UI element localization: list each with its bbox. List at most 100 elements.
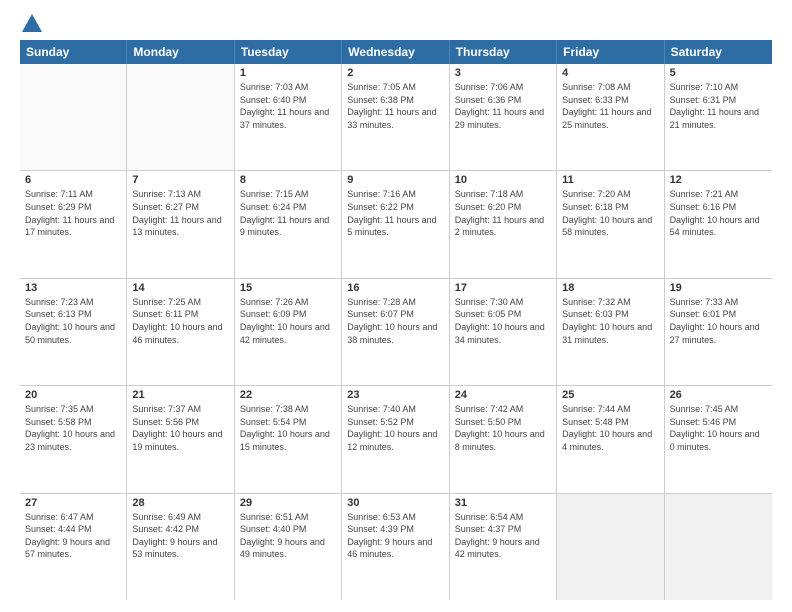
day-number: 2 — [347, 67, 443, 79]
day-info: Sunrise: 7:38 AM Sunset: 5:54 PM Dayligh… — [240, 403, 336, 453]
calendar-row: 6 Sunrise: 7:11 AM Sunset: 6:29 PM Daylig… — [20, 171, 772, 278]
calendar-cell: 19 Sunrise: 7:33 AM Sunset: 6:01 PM Dayli… — [665, 279, 772, 385]
day-info: Sunrise: 7:30 AM Sunset: 6:05 PM Dayligh… — [455, 296, 551, 346]
day-info: Sunrise: 7:08 AM Sunset: 6:33 PM Dayligh… — [562, 81, 658, 131]
calendar-cell: 16 Sunrise: 7:28 AM Sunset: 6:07 PM Dayli… — [342, 279, 449, 385]
calendar-cell: 25 Sunrise: 7:44 AM Sunset: 5:48 PM Dayli… — [557, 386, 664, 492]
calendar-cell: 1Sunrise: 7:03 AM Sunset: 6:40 PM Daylig… — [235, 64, 342, 170]
day-number: 28 — [132, 497, 228, 509]
calendar-cell: 7 Sunrise: 7:13 AM Sunset: 6:27 PM Daylig… — [127, 171, 234, 277]
calendar-row: 1Sunrise: 7:03 AM Sunset: 6:40 PM Daylig… — [20, 64, 772, 171]
calendar-cell: 6 Sunrise: 7:11 AM Sunset: 6:29 PM Daylig… — [20, 171, 127, 277]
day-info: Sunrise: 7:10 AM Sunset: 6:31 PM Dayligh… — [670, 81, 767, 131]
day-info: Sunrise: 7:18 AM Sunset: 6:20 PM Dayligh… — [455, 188, 551, 238]
day-number: 10 — [455, 174, 551, 186]
day-number: 3 — [455, 67, 551, 79]
calendar-cell: 30 Sunrise: 6:53 AM Sunset: 4:39 PM Dayli… — [342, 494, 449, 600]
day-number: 24 — [455, 389, 551, 401]
day-info: Sunrise: 6:49 AM Sunset: 4:42 PM Dayligh… — [132, 511, 228, 561]
calendar-cell — [665, 494, 772, 600]
day-info: Sunrise: 7:35 AM Sunset: 5:58 PM Dayligh… — [25, 403, 121, 453]
day-info: Sunrise: 7:16 AM Sunset: 6:22 PM Dayligh… — [347, 188, 443, 238]
day-number: 8 — [240, 174, 336, 186]
day-info: Sunrise: 7:33 AM Sunset: 6:01 PM Dayligh… — [670, 296, 767, 346]
calendar-cell: 11Sunrise: 7:20 AM Sunset: 6:18 PM Dayli… — [557, 171, 664, 277]
day-number: 12 — [670, 174, 767, 186]
day-number: 29 — [240, 497, 336, 509]
day-info: Sunrise: 6:47 AM Sunset: 4:44 PM Dayligh… — [25, 511, 121, 561]
calendar-cell: 8 Sunrise: 7:15 AM Sunset: 6:24 PM Daylig… — [235, 171, 342, 277]
calendar-cell: 18 Sunrise: 7:32 AM Sunset: 6:03 PM Dayli… — [557, 279, 664, 385]
calendar-cell — [557, 494, 664, 600]
day-number: 25 — [562, 389, 658, 401]
day-info: Sunrise: 7:20 AM Sunset: 6:18 PM Dayligh… — [562, 188, 658, 238]
day-info: Sunrise: 7:11 AM Sunset: 6:29 PM Dayligh… — [25, 188, 121, 238]
day-number: 13 — [25, 282, 121, 294]
day-number: 14 — [132, 282, 228, 294]
day-number: 17 — [455, 282, 551, 294]
calendar-row: 27 Sunrise: 6:47 AM Sunset: 4:44 PM Dayli… — [20, 494, 772, 600]
day-info: Sunrise: 7:26 AM Sunset: 6:09 PM Dayligh… — [240, 296, 336, 346]
day-info: Sunrise: 7:13 AM Sunset: 6:27 PM Dayligh… — [132, 188, 228, 238]
calendar-cell: 13 Sunrise: 7:23 AM Sunset: 6:13 PM Dayli… — [20, 279, 127, 385]
day-info: Sunrise: 7:37 AM Sunset: 5:56 PM Dayligh… — [132, 403, 228, 453]
day-info: Sunrise: 7:32 AM Sunset: 6:03 PM Dayligh… — [562, 296, 658, 346]
calendar-cell: 4 Sunrise: 7:08 AM Sunset: 6:33 PM Daylig… — [557, 64, 664, 170]
calendar-header-cell: Thursday — [450, 40, 557, 64]
day-number: 26 — [670, 389, 767, 401]
day-number: 30 — [347, 497, 443, 509]
calendar-cell: 14 Sunrise: 7:25 AM Sunset: 6:11 PM Dayli… — [127, 279, 234, 385]
day-info: Sunrise: 7:15 AM Sunset: 6:24 PM Dayligh… — [240, 188, 336, 238]
day-number: 6 — [25, 174, 121, 186]
calendar-cell — [20, 64, 127, 170]
day-number: 20 — [25, 389, 121, 401]
calendar-row: 20 Sunrise: 7:35 AM Sunset: 5:58 PM Dayli… — [20, 386, 772, 493]
header — [20, 16, 772, 32]
calendar-row: 13 Sunrise: 7:23 AM Sunset: 6:13 PM Dayli… — [20, 279, 772, 386]
day-number: 18 — [562, 282, 658, 294]
calendar-header-cell: Friday — [557, 40, 664, 64]
calendar-header-cell: Sunday — [20, 40, 127, 64]
day-info: Sunrise: 6:54 AM Sunset: 4:37 PM Dayligh… — [455, 511, 551, 561]
calendar-cell: 10 Sunrise: 7:18 AM Sunset: 6:20 PM Dayli… — [450, 171, 557, 277]
calendar-cell: 31 Sunrise: 6:54 AM Sunset: 4:37 PM Dayli… — [450, 494, 557, 600]
day-info: Sunrise: 6:51 AM Sunset: 4:40 PM Dayligh… — [240, 511, 336, 561]
calendar-cell: 26Sunrise: 7:45 AM Sunset: 5:46 PM Dayli… — [665, 386, 772, 492]
day-info: Sunrise: 7:44 AM Sunset: 5:48 PM Dayligh… — [562, 403, 658, 453]
day-info: Sunrise: 7:06 AM Sunset: 6:36 PM Dayligh… — [455, 81, 551, 131]
day-number: 21 — [132, 389, 228, 401]
calendar-header-cell: Monday — [127, 40, 234, 64]
calendar-body: 1Sunrise: 7:03 AM Sunset: 6:40 PM Daylig… — [20, 64, 772, 600]
calendar-header-cell: Tuesday — [235, 40, 342, 64]
day-number: 4 — [562, 67, 658, 79]
calendar-header: SundayMondayTuesdayWednesdayThursdayFrid… — [20, 40, 772, 64]
calendar-cell: 27 Sunrise: 6:47 AM Sunset: 4:44 PM Dayli… — [20, 494, 127, 600]
day-number: 9 — [347, 174, 443, 186]
calendar-header-cell: Wednesday — [342, 40, 449, 64]
logo-triangle-icon — [22, 14, 42, 32]
day-info: Sunrise: 7:25 AM Sunset: 6:11 PM Dayligh… — [132, 296, 228, 346]
day-number: 19 — [670, 282, 767, 294]
day-number: 22 — [240, 389, 336, 401]
calendar-cell: 3 Sunrise: 7:06 AM Sunset: 6:36 PM Daylig… — [450, 64, 557, 170]
calendar-cell: 12 Sunrise: 7:21 AM Sunset: 6:16 PM Dayli… — [665, 171, 772, 277]
day-number: 15 — [240, 282, 336, 294]
logo — [20, 16, 42, 32]
day-number: 7 — [132, 174, 228, 186]
calendar-cell: 29 Sunrise: 6:51 AM Sunset: 4:40 PM Dayli… — [235, 494, 342, 600]
day-info: Sunrise: 7:23 AM Sunset: 6:13 PM Dayligh… — [25, 296, 121, 346]
calendar-cell: 2 Sunrise: 7:05 AM Sunset: 6:38 PM Daylig… — [342, 64, 449, 170]
day-info: Sunrise: 7:28 AM Sunset: 6:07 PM Dayligh… — [347, 296, 443, 346]
day-number: 16 — [347, 282, 443, 294]
day-info: Sunrise: 7:21 AM Sunset: 6:16 PM Dayligh… — [670, 188, 767, 238]
day-info: Sunrise: 7:42 AM Sunset: 5:50 PM Dayligh… — [455, 403, 551, 453]
calendar-cell: 9 Sunrise: 7:16 AM Sunset: 6:22 PM Daylig… — [342, 171, 449, 277]
day-info: Sunrise: 7:05 AM Sunset: 6:38 PM Dayligh… — [347, 81, 443, 131]
calendar-cell: 17 Sunrise: 7:30 AM Sunset: 6:05 PM Dayli… — [450, 279, 557, 385]
day-number: 1 — [240, 67, 336, 79]
calendar-cell: 20 Sunrise: 7:35 AM Sunset: 5:58 PM Dayli… — [20, 386, 127, 492]
day-number: 31 — [455, 497, 551, 509]
day-info: Sunrise: 6:53 AM Sunset: 4:39 PM Dayligh… — [347, 511, 443, 561]
day-number: 27 — [25, 497, 121, 509]
calendar-cell: 24 Sunrise: 7:42 AM Sunset: 5:50 PM Dayli… — [450, 386, 557, 492]
